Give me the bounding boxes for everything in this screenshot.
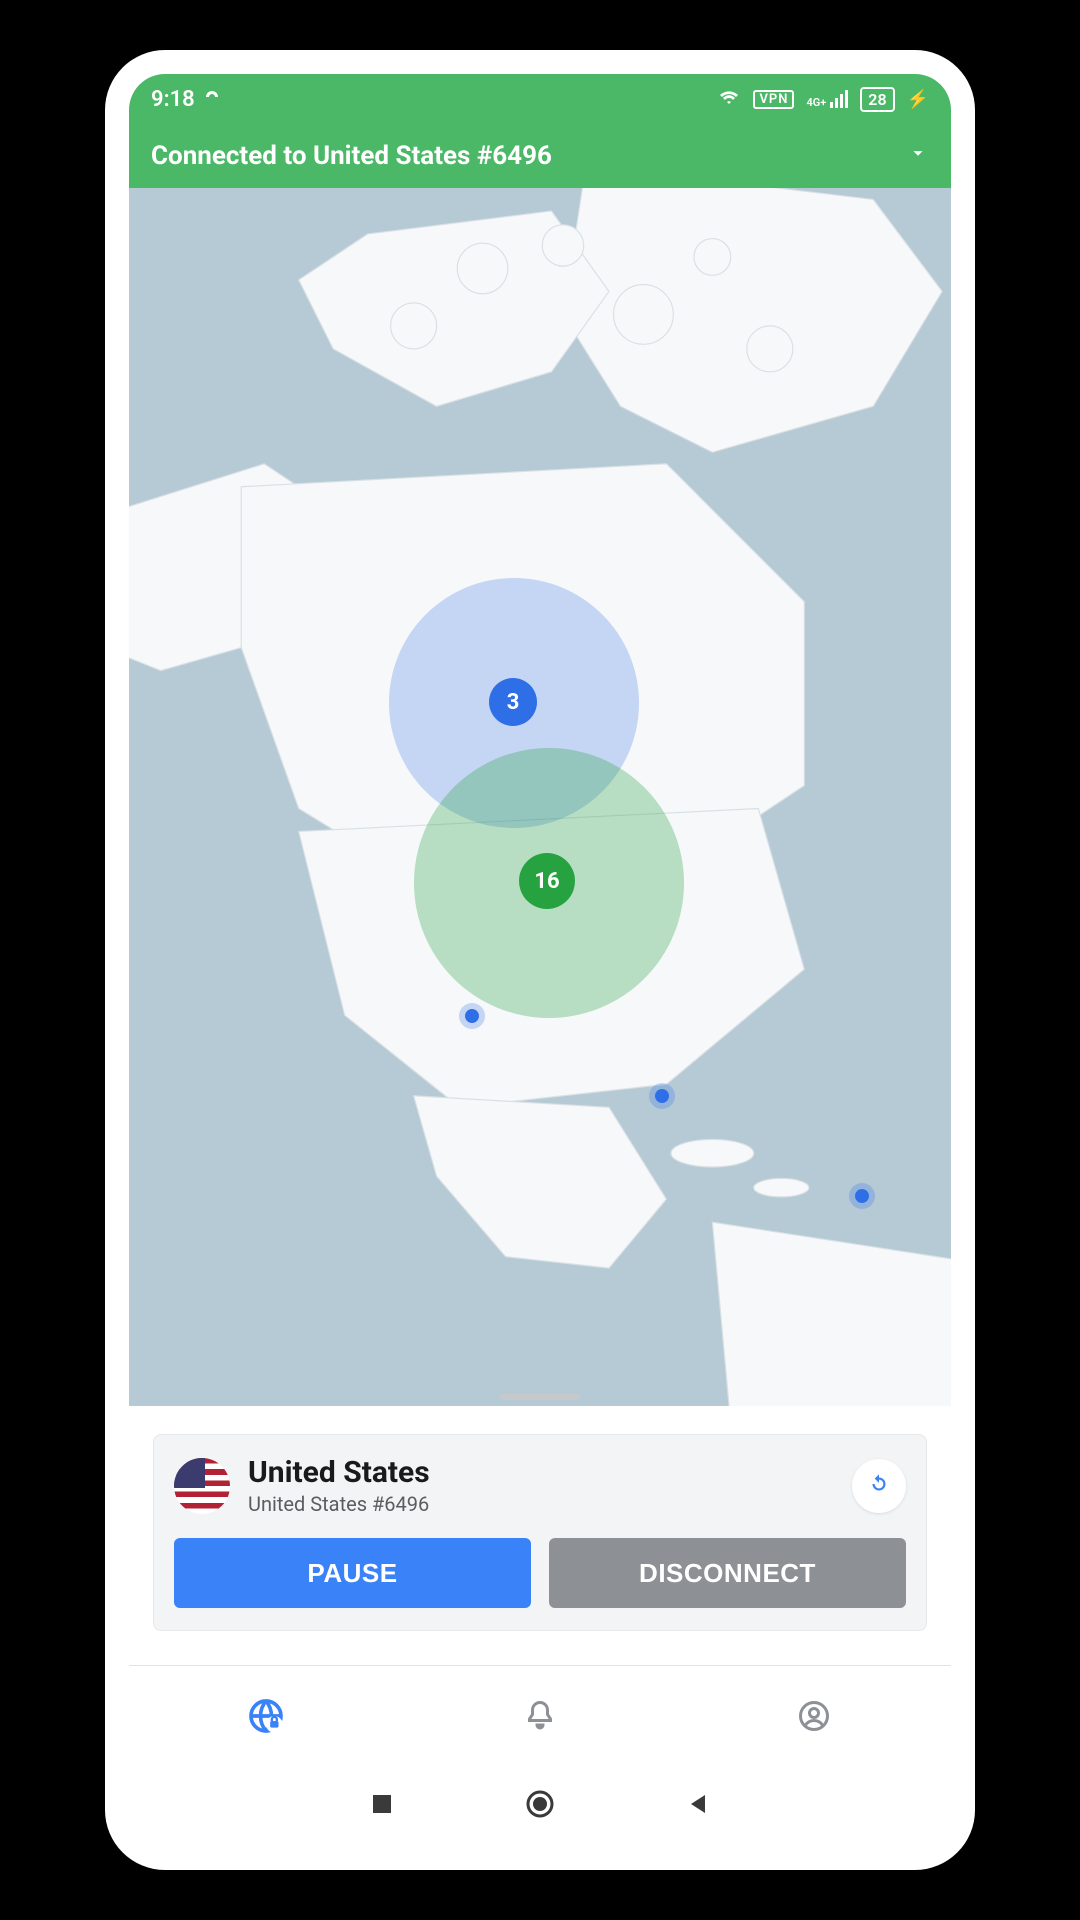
server-dot[interactable]	[849, 1183, 875, 1209]
nav-account-tab[interactable]	[792, 1694, 836, 1738]
connection-banner[interactable]: Connected to United States #6496	[129, 124, 951, 188]
wifi-icon	[717, 84, 741, 114]
country-flag-icon	[174, 1458, 230, 1514]
drag-handle[interactable]	[500, 1394, 580, 1400]
world-map[interactable]: 3 16	[129, 188, 951, 1406]
android-nav-bar	[129, 1766, 951, 1846]
charging-icon: ⚡	[907, 89, 929, 110]
vpn-indicator: VPN	[753, 90, 794, 109]
status-time: 9:18	[151, 87, 195, 112]
disconnect-button[interactable]: DISCONNECT	[549, 1538, 906, 1608]
server-dot[interactable]	[459, 1003, 485, 1029]
android-back-button[interactable]	[685, 1791, 711, 1821]
chevron-down-icon	[907, 141, 929, 171]
nav-vpn-tab[interactable]	[244, 1694, 288, 1738]
server-cluster-usa[interactable]: 16	[519, 853, 575, 909]
connection-card: United States United States #6496 PAUSE …	[153, 1434, 927, 1631]
nav-notifications-tab[interactable]	[518, 1694, 562, 1738]
server-name: United States #6496	[248, 1492, 430, 1516]
refresh-button[interactable]	[852, 1459, 906, 1513]
country-name: United States	[248, 1455, 430, 1490]
phone-frame: 9:18 VPN 4G+ 28	[105, 50, 975, 1870]
bottom-nav	[129, 1666, 951, 1766]
status-bar: 9:18 VPN 4G+ 28	[129, 74, 951, 124]
screen: 9:18 VPN 4G+ 28	[129, 74, 951, 1846]
app-indicator-icon	[203, 87, 221, 112]
pause-button[interactable]: PAUSE	[174, 1538, 531, 1608]
server-dot[interactable]	[649, 1083, 675, 1109]
refresh-icon	[866, 1471, 892, 1501]
android-home-button[interactable]	[525, 1789, 555, 1823]
battery-indicator: 28	[860, 87, 894, 112]
android-recent-button[interactable]	[369, 1791, 395, 1821]
connection-text: Connected to United States #6496	[151, 141, 552, 171]
signal-icon: 4G+	[806, 90, 848, 108]
server-cluster-canada[interactable]: 3	[489, 678, 537, 726]
